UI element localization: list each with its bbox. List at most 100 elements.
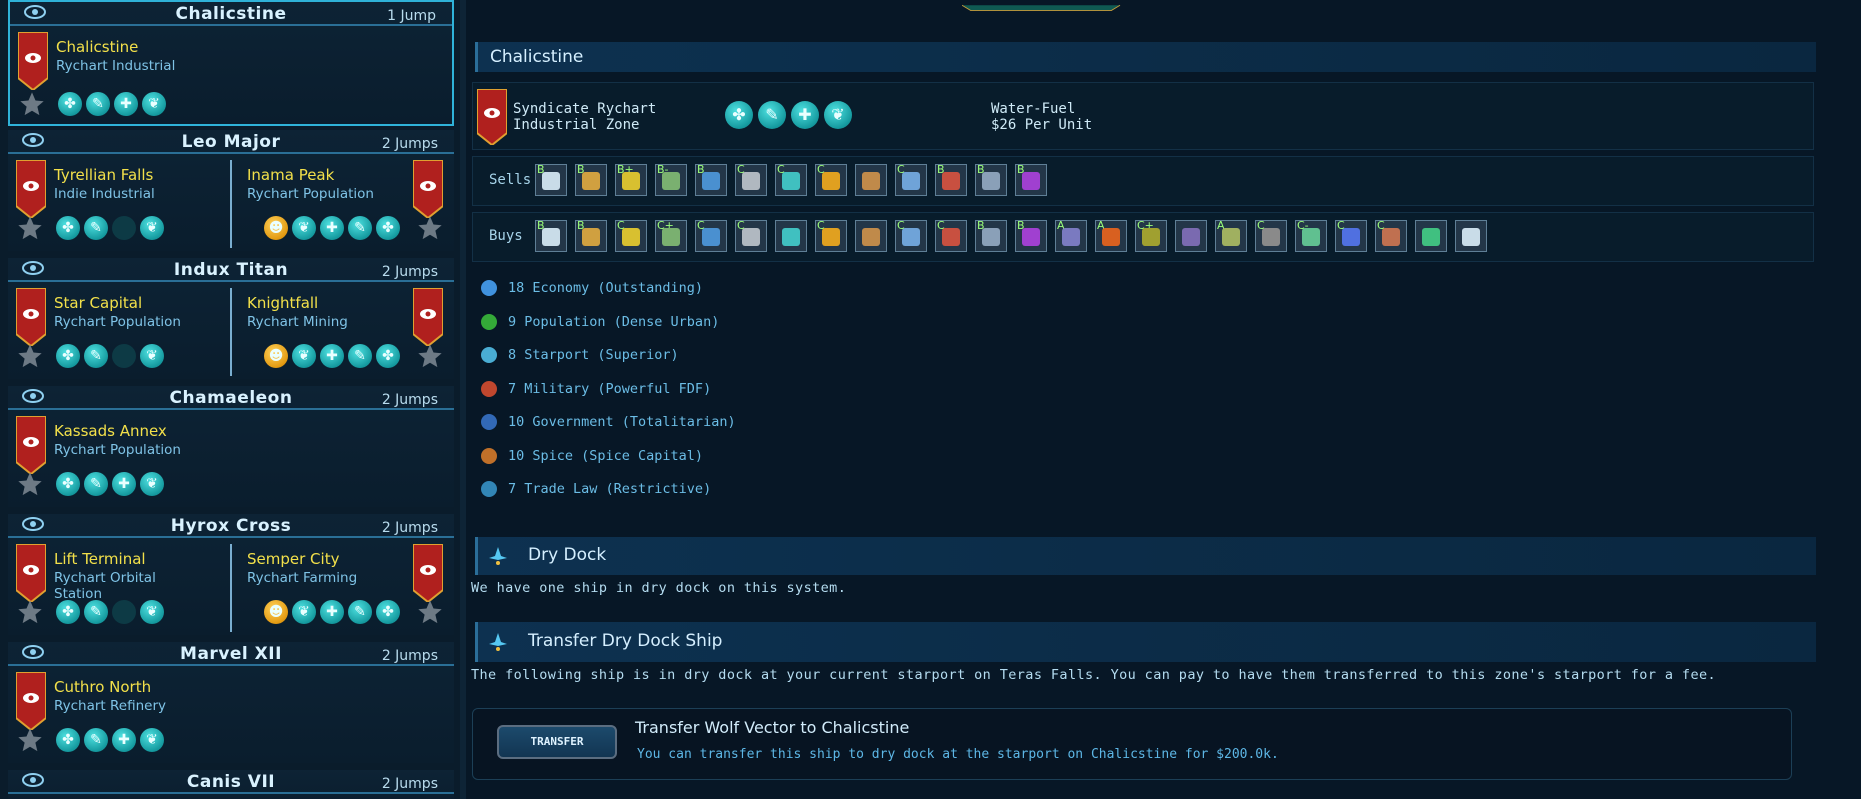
trade-good-icon[interactable]: B bbox=[575, 219, 607, 252]
favorite-star-icon[interactable] bbox=[16, 470, 44, 498]
trade-good-icon[interactable] bbox=[855, 220, 887, 252]
drydock-text: We have one ship in dry dock on this sys… bbox=[471, 580, 847, 596]
specialty-icon: ✎ bbox=[348, 600, 372, 624]
system-entry[interactable]: Chalicstine 1 Jump Chalicstine Rychart In… bbox=[8, 0, 454, 126]
specialty-icon: ❦ bbox=[292, 344, 316, 368]
system-entry[interactable]: Chamaeleon 2 Jumps Kassads Annex Rychart … bbox=[8, 386, 454, 507]
zone-name[interactable]: Inama Peak bbox=[247, 166, 334, 184]
specialty-icon: ✎ bbox=[84, 472, 108, 496]
trade-good-icon[interactable]: C bbox=[935, 219, 967, 252]
trade-good-icon[interactable]: B bbox=[1015, 163, 1047, 196]
trade-good-icon[interactable]: B bbox=[935, 163, 967, 196]
trade-good-icon[interactable] bbox=[1455, 220, 1487, 252]
system-entry[interactable]: Hyrox Cross 2 Jumps Lift Terminal Rychart… bbox=[8, 514, 454, 635]
good-image-icon bbox=[942, 172, 960, 190]
good-image-icon bbox=[702, 172, 720, 190]
trade-good-icon[interactable]: B bbox=[1015, 219, 1047, 252]
zone-stat: 18 Economy (Outstanding) bbox=[508, 280, 704, 296]
system-entry[interactable]: Leo Major 2 Jumps Tyrellian Falls Indie I… bbox=[8, 130, 454, 251]
trade-good-icon[interactable]: A bbox=[1055, 219, 1087, 252]
specialty-icon: ✤ bbox=[58, 92, 82, 116]
trade-good-icon[interactable]: C bbox=[735, 163, 767, 196]
specialty-icon: ❦ bbox=[824, 101, 852, 129]
trade-good-icon[interactable]: C bbox=[1255, 219, 1287, 252]
transfer-button[interactable]: TRANSFER bbox=[497, 725, 617, 759]
trade-good-icon[interactable]: A bbox=[1215, 219, 1247, 252]
trade-good-icon[interactable]: C bbox=[735, 219, 767, 252]
trade-good-icon[interactable]: B bbox=[695, 163, 727, 196]
good-image-icon bbox=[862, 228, 880, 246]
specialty-icon: ✤ bbox=[56, 472, 80, 496]
faction-banner-icon bbox=[16, 672, 46, 730]
good-image-icon bbox=[1302, 228, 1320, 246]
favorite-star-icon[interactable] bbox=[416, 342, 444, 370]
trade-good-icon[interactable]: A bbox=[1095, 219, 1127, 252]
good-image-icon bbox=[862, 172, 880, 190]
system-entry[interactable]: Indux Titan 2 Jumps Star Capital Rychart … bbox=[8, 258, 454, 379]
favorite-star-icon[interactable] bbox=[18, 90, 46, 118]
trade-good-icon[interactable]: C bbox=[615, 219, 647, 252]
zone-name[interactable]: Kassads Annex bbox=[54, 422, 167, 440]
trade-good-icon[interactable]: C- bbox=[1295, 219, 1327, 252]
zone-title-bar: Chalicstine bbox=[475, 42, 1816, 72]
trade-good-icon[interactable]: C+ bbox=[655, 219, 687, 252]
zone-name[interactable]: Lift Terminal bbox=[54, 550, 146, 568]
trade-good-icon[interactable] bbox=[775, 220, 807, 252]
government-icon bbox=[476, 411, 502, 433]
trade-good-icon[interactable]: B+ bbox=[615, 163, 647, 196]
favorite-star-icon[interactable] bbox=[416, 214, 444, 242]
good-image-icon bbox=[782, 228, 800, 246]
trade-good-icon[interactable]: B bbox=[535, 219, 567, 252]
buys-label: Buys bbox=[489, 228, 523, 244]
zone-type: Rychart Mining bbox=[247, 314, 348, 330]
trade-good-icon[interactable] bbox=[1415, 220, 1447, 252]
zone-divider bbox=[230, 288, 232, 376]
favorite-star-icon[interactable] bbox=[16, 598, 44, 626]
zone-name[interactable]: Chalicstine bbox=[56, 38, 138, 56]
trade-good-icon[interactable]: B bbox=[575, 163, 607, 196]
good-image-icon bbox=[662, 172, 680, 190]
favorite-star-icon[interactable] bbox=[416, 598, 444, 626]
trade-good-icon[interactable]: C bbox=[695, 219, 727, 252]
trade-good-icon[interactable]: C bbox=[775, 163, 807, 196]
zone-stat: 7 Military (Powerful FDF) bbox=[508, 380, 712, 397]
good-image-icon bbox=[982, 172, 1000, 190]
trade-good-icon[interactable]: C bbox=[895, 163, 927, 196]
zone-name[interactable]: Semper City bbox=[247, 550, 339, 568]
trade-good-icon[interactable] bbox=[1175, 220, 1207, 252]
good-image-icon bbox=[982, 228, 1000, 246]
favorite-star-icon[interactable] bbox=[16, 342, 44, 370]
zone-name[interactable]: Tyrellian Falls bbox=[54, 166, 153, 184]
zone-type: Rychart Orbital Station bbox=[54, 570, 156, 602]
good-image-icon bbox=[782, 172, 800, 190]
good-image-icon bbox=[902, 172, 920, 190]
trade-good-icon[interactable]: B bbox=[535, 163, 567, 196]
trade-good-icon[interactable]: C bbox=[815, 163, 847, 196]
good-image-icon bbox=[902, 228, 920, 246]
specialty-icon: ✚ bbox=[114, 92, 138, 116]
system-entry[interactable]: Canis VII 2 Jumps bbox=[8, 770, 454, 799]
economy-icon bbox=[476, 277, 502, 299]
zone-name[interactable]: Knightfall bbox=[247, 294, 318, 312]
trade-good-icon[interactable]: C bbox=[815, 219, 847, 252]
trade-good-icon[interactable]: B- bbox=[655, 163, 687, 196]
trade-good-icon[interactable]: C bbox=[1375, 219, 1407, 252]
specialty-icon: ✚ bbox=[320, 216, 344, 240]
favorite-star-icon[interactable] bbox=[16, 726, 44, 754]
fuel-price: $26 Per Unit bbox=[991, 117, 1093, 133]
zone-name[interactable]: Cuthro North bbox=[54, 678, 151, 696]
trade-good-icon[interactable] bbox=[855, 164, 887, 196]
trade-good-icon[interactable]: C+ bbox=[1135, 219, 1167, 252]
trade-good-icon[interactable]: B bbox=[975, 163, 1007, 196]
trade-good-icon[interactable]: C bbox=[1335, 219, 1367, 252]
favorite-star-icon[interactable] bbox=[16, 214, 44, 242]
specialty-icon: ✎ bbox=[84, 600, 108, 624]
system-entry[interactable]: Marvel XII 2 Jumps Cuthro North Rychart R… bbox=[8, 642, 454, 763]
zone-name[interactable]: Star Capital bbox=[54, 294, 142, 312]
trade-good-icon[interactable]: B bbox=[975, 219, 1007, 252]
good-image-icon bbox=[582, 172, 600, 190]
faction-name: Syndicate Rychart bbox=[513, 101, 657, 117]
zone-divider bbox=[230, 544, 232, 632]
system-header: Leo Major 2 Jumps bbox=[8, 130, 454, 154]
trade-good-icon[interactable]: C bbox=[895, 219, 927, 252]
